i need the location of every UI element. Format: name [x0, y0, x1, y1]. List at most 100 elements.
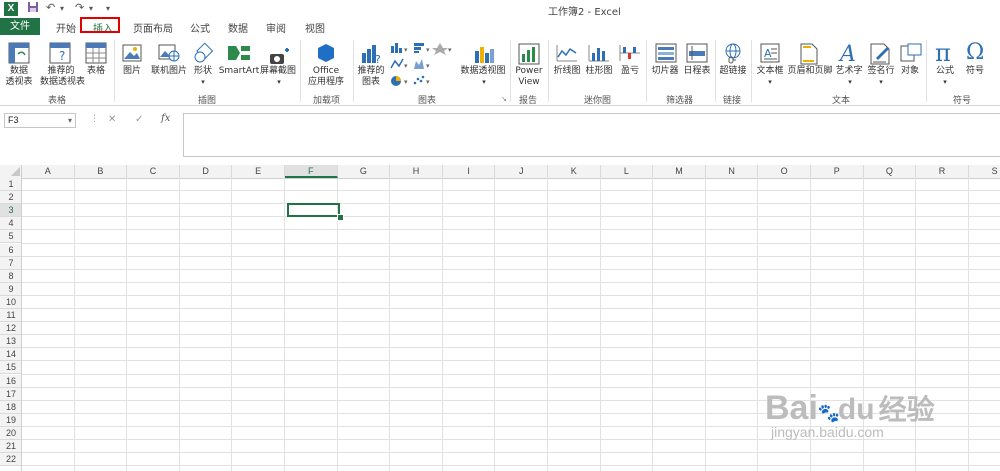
insert-function-icon[interactable]: fx [161, 113, 170, 124]
column-header-m[interactable]: M [653, 165, 706, 178]
save-icon[interactable] [27, 1, 39, 16]
column-header-j[interactable]: J [495, 165, 548, 178]
selected-cell-f3[interactable] [287, 203, 340, 217]
tab-view[interactable]: 视图 [305, 20, 325, 35]
timeline-button[interactable]: 日程表 [680, 66, 714, 77]
column-header-b[interactable]: B [75, 165, 128, 178]
office-apps-button[interactable]: Office 应用程序 [303, 66, 349, 88]
chart-type-gallery[interactable]: ▾ ▾ ▾ ▾ ▾ ▾ ▾ [390, 41, 456, 92]
column-header-h[interactable]: H [390, 165, 443, 178]
row-header-19[interactable]: 19 [0, 413, 22, 427]
column-sparkline-button[interactable]: 柱形图 [582, 66, 616, 77]
recommended-pivot-button[interactable]: 推荐的 数据透视表 [40, 66, 85, 88]
row-header-10[interactable]: 10 [0, 295, 22, 309]
screenshot-dropdown-icon[interactable]: ▾ [274, 77, 284, 88]
row-header-8[interactable]: 8 [0, 269, 22, 283]
equation-pi-icon: π [935, 39, 951, 67]
column-header-k[interactable]: K [548, 165, 601, 178]
column-header-g[interactable]: G [338, 165, 391, 178]
charts-dialog-launcher-icon[interactable]: ↘ [500, 94, 508, 105]
column-header-q[interactable]: Q [864, 165, 917, 178]
redo-icon[interactable]: ↷ [75, 1, 84, 14]
row-header-4[interactable]: 4 [0, 217, 22, 231]
row-header-6[interactable]: 6 [0, 243, 22, 257]
row-header-1[interactable]: 1 [0, 178, 22, 191]
column-header-e[interactable]: E [232, 165, 285, 178]
column-header-r[interactable]: R [916, 165, 969, 178]
row-header-7[interactable]: 7 [0, 256, 22, 270]
row-header-13[interactable]: 13 [0, 335, 22, 349]
wordart-button[interactable]: 艺术字 [833, 66, 865, 77]
select-all-corner[interactable] [0, 165, 22, 178]
hyperlink-icon [723, 43, 743, 68]
line-sparkline-button[interactable]: 折线图 [550, 66, 584, 77]
redo-dropdown-icon[interactable]: ▾ [89, 4, 93, 13]
row-header-17[interactable]: 17 [0, 387, 22, 401]
tab-file[interactable]: 文件 [0, 18, 40, 35]
equation-button[interactable]: 公式 [932, 66, 958, 77]
column-header-o[interactable]: O [758, 165, 811, 178]
title-bar [0, 0, 1000, 18]
picture-button[interactable]: 图片 [120, 66, 144, 77]
row-header-2[interactable]: 2 [0, 191, 22, 205]
formula-input[interactable] [183, 113, 1000, 157]
column-header-s[interactable]: S [969, 165, 1000, 178]
row-header-9[interactable]: 9 [0, 282, 22, 296]
tab-home[interactable]: 开始 [56, 20, 76, 35]
cancel-formula-icon[interactable]: ✕ [108, 114, 116, 125]
name-box[interactable]: F3 ▾ [4, 113, 76, 128]
wordart-dropdown-icon[interactable]: ▾ [845, 77, 855, 88]
tab-data[interactable]: 数据 [228, 20, 248, 35]
textbox-dropdown-icon[interactable]: ▾ [765, 77, 775, 88]
undo-dropdown-icon[interactable]: ▾ [60, 4, 64, 13]
row-header-20[interactable]: 20 [0, 426, 22, 440]
header-footer-button[interactable]: 页眉和页脚 [785, 66, 835, 77]
equation-dropdown-icon[interactable]: ▾ [940, 77, 950, 88]
smartart-button[interactable]: SmartArt [218, 66, 260, 77]
screenshot-button[interactable]: 屏幕截图 [259, 66, 297, 77]
row-header-16[interactable]: 16 [0, 374, 22, 388]
column-header-f[interactable]: F [285, 165, 338, 178]
row-header-14[interactable]: 14 [0, 348, 22, 362]
online-picture-button[interactable]: 联机图片 [148, 66, 190, 77]
recommended-charts-button[interactable]: 推荐的 图表 [356, 66, 386, 88]
enter-formula-icon[interactable]: ✓ [135, 114, 143, 125]
symbol-button[interactable]: 符号 [962, 66, 988, 77]
column-header-i[interactable]: I [443, 165, 496, 178]
tab-review[interactable]: 审阅 [266, 20, 286, 35]
row-header-22[interactable]: 22 [0, 453, 22, 467]
signature-dropdown-icon[interactable]: ▾ [876, 77, 886, 88]
undo-icon[interactable]: ↶ [46, 1, 55, 14]
slicer-button[interactable]: 切片器 [649, 66, 681, 77]
customize-quick-access-icon[interactable]: ▾ [106, 4, 110, 13]
pivot-chart-button[interactable]: 数据透视图 [458, 66, 508, 77]
table-button[interactable]: 表格 [84, 66, 108, 77]
row-header-5[interactable]: 5 [0, 230, 22, 244]
pivot-table-button[interactable]: 数据 透视表 [2, 66, 36, 88]
winloss-sparkline-button[interactable]: 盈亏 [616, 66, 644, 77]
tab-formulas[interactable]: 公式 [190, 20, 210, 35]
textbox-button[interactable]: 文本框 [754, 66, 786, 77]
row-header-18[interactable]: 18 [0, 400, 22, 414]
row-header-3[interactable]: 3 [0, 204, 22, 218]
shapes-button[interactable]: 形状 [190, 66, 216, 77]
shapes-dropdown-icon[interactable]: ▾ [198, 77, 208, 88]
column-header-a[interactable]: A [22, 165, 75, 178]
column-header-c[interactable]: C [127, 165, 180, 178]
power-view-button[interactable]: Power View [511, 66, 547, 88]
name-box-dropdown-icon[interactable]: ▾ [68, 114, 72, 127]
row-header-21[interactable]: 21 [0, 440, 22, 453]
object-button[interactable]: 对象 [897, 66, 923, 77]
row-header-11[interactable]: 11 [0, 309, 22, 322]
signature-line-button[interactable]: 签名行 [864, 66, 898, 77]
column-header-d[interactable]: D [180, 165, 233, 178]
row-header-15[interactable]: 15 [0, 361, 22, 375]
column-header-n[interactable]: N [706, 165, 759, 178]
row-header-12[interactable]: 12 [0, 322, 22, 336]
fill-handle[interactable] [337, 214, 344, 221]
hyperlink-button[interactable]: 超链接 [716, 66, 750, 77]
tab-page-layout[interactable]: 页面布局 [133, 20, 173, 35]
pivot-chart-dropdown-icon[interactable]: ▾ [479, 77, 489, 88]
column-header-p[interactable]: P [811, 165, 864, 178]
column-header-l[interactable]: L [601, 165, 654, 178]
